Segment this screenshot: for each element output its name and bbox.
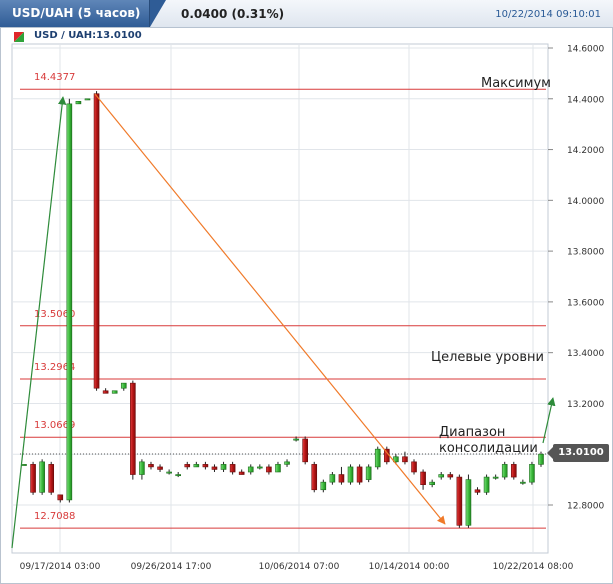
y-tick-label: 13.6000: [567, 298, 604, 308]
candle-body: [184, 464, 191, 468]
x-tick-label: 09/26/2014 17:00: [131, 562, 212, 572]
candle-body: [293, 438, 299, 441]
candle-body: [220, 464, 227, 470]
x-tick-label: 09/17/2014 03:00: [20, 562, 101, 572]
annotation-target-levels: Целевые уровни: [431, 350, 544, 365]
candle-body: [93, 93, 100, 389]
price-chart[interactable]: 14.437713.506013.296413.066912.7088 12.8…: [0, 0, 613, 584]
candle-body: [501, 464, 508, 478]
candle-body: [402, 456, 408, 463]
candle-body: [39, 461, 45, 493]
plot-area-border: [11, 43, 549, 554]
candle-body: [266, 466, 272, 473]
candle-body: [320, 481, 327, 491]
y-tick-label: 13.2000: [567, 400, 604, 410]
candle-body: [510, 464, 517, 478]
last-price-tag: 13.0100: [547, 444, 609, 462]
level-label: 14.4377: [34, 72, 75, 83]
candle-body: [202, 464, 209, 468]
candle-body: [193, 464, 200, 468]
candle-body: [166, 471, 172, 474]
candle-body: [329, 474, 336, 483]
x-tick-label: 10/14/2014 00:00: [369, 562, 450, 572]
candle-body: [356, 466, 363, 483]
candle-body: [411, 461, 417, 473]
candle-body: [102, 390, 109, 394]
y-tick-label: 12.8000: [567, 502, 604, 512]
candle-body: [139, 461, 145, 475]
candle-body: [275, 464, 281, 473]
candle-body: [130, 382, 136, 475]
candle-body: [429, 481, 435, 485]
annotation-range-line1: Диапазон: [439, 425, 505, 440]
candle-body: [483, 476, 490, 493]
y-tick-label: 14.2000: [567, 146, 604, 156]
candle-body: [365, 466, 372, 480]
x-tick-label: 10/06/2014 07:00: [259, 562, 340, 572]
candle-body: [420, 471, 426, 485]
candle-body: [465, 479, 472, 526]
x-tick-label: 10/22/2014 08:00: [493, 562, 574, 572]
candle-body: [447, 474, 454, 478]
candle-body: [492, 476, 499, 479]
level-label: 12.7088: [34, 511, 75, 522]
candle-body: [21, 464, 27, 466]
candle-body: [474, 489, 481, 493]
candle-body: [30, 464, 36, 493]
candle-body: [257, 466, 263, 469]
candle-body: [438, 474, 445, 478]
y-tick-label: 13.4000: [567, 349, 604, 359]
candle-body: [84, 98, 91, 101]
annotation-maximum: Максимум: [481, 76, 551, 91]
candle-body: [247, 466, 254, 473]
trend-arrow-down: [94, 93, 446, 525]
annotation-range-line2: консолидации: [439, 441, 538, 456]
candle-body: [57, 494, 64, 501]
y-tick-label: 13.8000: [567, 248, 604, 258]
candle-body: [148, 464, 154, 468]
y-tick-label: 14.0000: [567, 197, 604, 207]
candle-body: [538, 453, 544, 465]
candle-body: [211, 466, 218, 470]
candle-body: [347, 466, 354, 483]
candle-body: [238, 471, 245, 475]
candle-body: [120, 382, 127, 389]
candle-body: [338, 474, 345, 483]
candle-body: [75, 101, 82, 105]
trend-arrow-up: [11, 96, 67, 549]
candle-body: [302, 438, 308, 463]
candle-body: [157, 466, 163, 470]
candle-body: [111, 390, 118, 394]
candle-body: [284, 461, 290, 465]
candle-body: [66, 103, 73, 501]
y-tick-label: 14.6000: [567, 45, 604, 55]
candle-body: [374, 448, 381, 468]
candle-body: [311, 464, 318, 491]
candle-body: [48, 464, 55, 493]
candle-body: [456, 476, 463, 526]
candle-body: [175, 474, 181, 477]
candle-body: [520, 481, 526, 484]
candle-body: [229, 464, 236, 473]
y-tick-label: 14.4000: [567, 95, 604, 105]
candle-body: [529, 464, 535, 483]
